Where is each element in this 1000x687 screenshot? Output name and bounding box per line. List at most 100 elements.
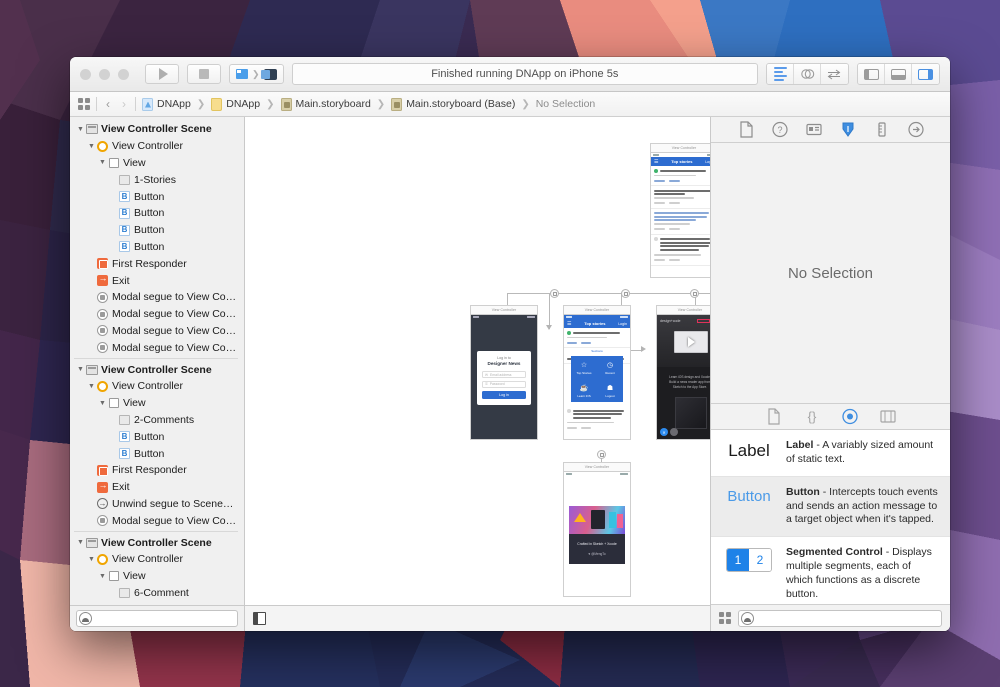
outline-row[interactable]: → Unwind segue to Scene… <box>70 496 244 513</box>
run-button[interactable] <box>145 64 179 84</box>
breadcrumb-item-project[interactable]: DNApp <box>157 98 191 110</box>
standard-editor-button[interactable] <box>767 64 794 84</box>
editor-layout-toggle-icon[interactable] <box>253 612 266 625</box>
story-cell[interactable] <box>651 166 710 187</box>
library-filter-input[interactable] <box>754 612 941 624</box>
library-item-button[interactable]: Button Button - Intercepts touch events … <box>711 476 950 538</box>
segue-marker[interactable] <box>550 289 559 298</box>
storyboard-canvas[interactable]: View Controller ☰ Top stories Login <box>245 117 710 605</box>
upvote-icon[interactable] <box>654 168 658 173</box>
navigator-toggle-button[interactable] <box>858 64 885 84</box>
stop-button[interactable] <box>187 64 221 84</box>
story-cell[interactable] <box>651 209 710 235</box>
phone-preview[interactable]: Log in to Designer News ✉ Email address … <box>470 314 538 440</box>
document-outline-tree[interactable]: ▼ View Controller Scene ▼ View Controller ▼ V… <box>70 117 244 605</box>
ruler-icon[interactable] <box>874 121 890 138</box>
question-circle-icon[interactable]: ? <box>771 121 788 138</box>
inspector-tab-bar[interactable]: ? <box>711 117 950 143</box>
library-tab-bar[interactable]: {} <box>711 404 950 430</box>
outline-row[interactable]: ▼ View <box>70 395 244 412</box>
email-field[interactable]: ✉ Email address <box>482 371 526 378</box>
story-cell[interactable] <box>651 186 710 209</box>
scene-learn-ios[interactable]: View Controller design+code Learn iOS de… <box>656 305 710 440</box>
menu-item-learn-ios[interactable]: ☕ Learn iOS <box>571 379 597 402</box>
outline-row[interactable]: ▼ View <box>70 155 244 172</box>
secondary-button[interactable] <box>670 428 678 436</box>
outline-row[interactable]: B Button <box>70 445 244 462</box>
outline-row[interactable]: 2-Comments <box>70 412 244 429</box>
outline-filter-input[interactable] <box>92 613 237 624</box>
close-window-button[interactable] <box>80 68 91 80</box>
scene-top-stories[interactable]: View Controller ☰ Top stories Login <box>650 143 710 278</box>
outline-row[interactable]: First Responder <box>70 255 244 272</box>
scene-login[interactable]: View Controller Log in to Designer News … <box>470 305 538 440</box>
debug-area-toggle-button[interactable] <box>885 64 912 84</box>
login-submit-button[interactable]: Log in <box>482 391 526 399</box>
outline-row[interactable]: B Button <box>70 205 244 222</box>
outline-row[interactable]: Modal segue to View Co… <box>70 512 244 529</box>
menu-item-logout[interactable]: ☗ Logout <box>597 379 623 402</box>
breadcrumb-item-storyboard-base[interactable]: Main.storyboard (Base) <box>406 98 515 110</box>
version-editor-button[interactable] <box>821 64 848 84</box>
breadcrumb-item-storyboard[interactable]: Main.storyboard <box>296 98 371 110</box>
disclosure-triangle-icon[interactable]: ▼ <box>98 159 107 166</box>
password-field[interactable]: ⚿ Password <box>482 380 526 388</box>
disclosure-triangle-icon[interactable]: ▼ <box>76 126 85 133</box>
disclosure-triangle-icon[interactable]: ▼ <box>87 143 96 150</box>
assistant-editor-button[interactable] <box>794 64 821 84</box>
upvote-icon[interactable] <box>654 237 658 242</box>
outline-row[interactable]: Modal segue to View Co… <box>70 339 244 356</box>
arrow-circle-icon[interactable] <box>907 121 924 138</box>
outline-row[interactable]: B Button <box>70 428 244 445</box>
menu-item-top-stories[interactable]: ☆ Top Stories <box>571 356 597 379</box>
back-button[interactable]: ‹ <box>103 97 113 111</box>
outline-row[interactable]: ▼ View <box>70 568 244 585</box>
library-item-segmented-control[interactable]: 1 2 Segmented Control - Displays multipl… <box>711 537 950 604</box>
phone-preview[interactable]: ☰ Top stories Login <box>650 152 710 278</box>
login-button[interactable]: Login <box>705 160 710 164</box>
outline-row[interactable]: ▼ View Controller Scene <box>70 361 244 378</box>
view-toggle-segmented[interactable] <box>857 63 940 85</box>
outline-row[interactable]: Exit <box>70 272 244 289</box>
scene-credits[interactable]: View Controller Crafted in Sketch + Xcod… <box>563 462 631 597</box>
login-button[interactable]: Login <box>618 322 627 326</box>
zoom-window-button[interactable] <box>118 68 129 80</box>
segue-marker[interactable] <box>690 289 699 298</box>
related-items-icon[interactable] <box>78 98 90 110</box>
disclosure-triangle-icon[interactable]: ▼ <box>87 556 96 563</box>
outline-row[interactable]: B Button <box>70 188 244 205</box>
outline-row[interactable]: First Responder <box>70 462 244 479</box>
minimize-window-button[interactable] <box>99 68 110 80</box>
phone-preview[interactable]: ☰ Top stories Login Sections ☆ Top Stori… <box>563 314 631 440</box>
scheme-selector[interactable]: ❯ <box>229 64 284 84</box>
outline-row[interactable]: Modal segue to View Co… <box>70 306 244 323</box>
disclosure-triangle-icon[interactable]: ▼ <box>98 573 107 580</box>
library-item-label[interactable]: Label Label - A variably sized amount of… <box>711 430 950 477</box>
entry-marker[interactable] <box>597 450 606 459</box>
outline-row[interactable]: 6-Comment <box>70 585 244 602</box>
outline-row[interactable]: ▼ View Controller Scene <box>70 534 244 551</box>
outline-row[interactable]: Modal segue to View Co… <box>70 323 244 340</box>
breadcrumb-item-folder[interactable]: DNApp <box>226 98 260 110</box>
traffic-lights[interactable] <box>80 68 129 80</box>
outline-row[interactable]: 1-Stories <box>70 171 244 188</box>
story-cell[interactable] <box>564 328 630 349</box>
menu-overlay[interactable]: ☆ Top Stories ◷ Recent ☕ Learn iOS ☗ Log… <box>571 356 623 402</box>
phone-preview[interactable]: design+code Learn iOS design and Xcode. … <box>656 314 710 440</box>
utilities-toggle-button[interactable] <box>912 64 939 84</box>
menu-icon[interactable]: ☰ <box>567 321 571 327</box>
disclosure-triangle-icon[interactable]: ▼ <box>87 383 96 390</box>
story-cell[interactable] <box>651 235 710 266</box>
disclosure-triangle-icon[interactable]: ▼ <box>98 400 107 407</box>
circle-target-icon[interactable] <box>841 408 858 425</box>
editor-mode-segmented[interactable] <box>766 63 849 85</box>
attributes-shield-icon[interactable] <box>840 121 856 138</box>
document-icon[interactable] <box>738 121 754 138</box>
library-layout-icon[interactable] <box>719 612 731 624</box>
disclosure-triangle-icon[interactable]: ▼ <box>76 366 85 373</box>
menu-item-recent[interactable]: ◷ Recent <box>597 356 623 379</box>
object-library-list[interactable]: Label Label - A variably sized amount of… <box>711 430 950 605</box>
outline-row[interactable]: ▼ View Controller <box>70 138 244 155</box>
identity-card-icon[interactable] <box>805 121 822 138</box>
outline-row[interactable]: B Button <box>70 239 244 256</box>
